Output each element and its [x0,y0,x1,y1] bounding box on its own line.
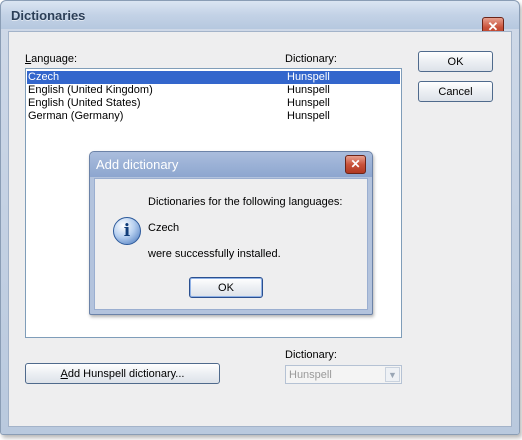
modal-ok-button[interactable]: OK [189,277,263,298]
row-dictionary: Hunspell [287,97,330,109]
modal-title-bar[interactable]: Add dictionary [90,152,372,177]
message-line-1: Dictionaries for the following languages… [148,196,343,208]
title-bar[interactable]: Dictionaries ✕ [1,1,519,38]
info-icon: i [113,217,141,245]
close-icon: ✕ [350,157,361,171]
message-line-3: were successfully installed. [148,248,281,260]
row-language: Czech [28,71,60,83]
list-row[interactable]: Czech Hunspell [27,71,400,84]
chevron-down-icon[interactable]: ▼ [385,367,400,382]
dictionary-select-label: Dictionary: [285,349,337,361]
row-language: English (United States) [28,97,141,109]
row-dictionary: Hunspell [287,71,330,83]
modal-close-button[interactable]: ✕ [345,155,366,174]
ok-button[interactable]: OK [418,51,493,72]
row-dictionary: Hunspell [287,110,330,122]
list-row[interactable]: English (United States) Hunspell [27,97,400,110]
add-hunspell-dictionary-button[interactable]: Add Hunspell dictionary... [25,363,220,384]
dictionary-column-label: Dictionary: [285,53,337,65]
cancel-button[interactable]: Cancel [418,81,493,102]
window-title: Dictionaries [11,8,86,23]
row-dictionary: Hunspell [287,84,330,96]
list-row[interactable]: English (United Kingdom) Hunspell [27,84,400,97]
row-language: German (Germany) [28,110,124,122]
dictionary-select[interactable]: Hunspell ▼ [285,365,402,384]
list-row[interactable]: German (Germany) Hunspell [27,110,400,123]
language-column-label: Language: [25,53,78,65]
row-language: English (United Kingdom) [28,84,153,96]
modal-title: Add dictionary [96,157,179,172]
add-dictionary-dialog: Add dictionary ✕ i Dictionaries for the … [89,151,373,315]
modal-body: i Dictionaries for the following languag… [94,178,368,310]
message-line-2: Czech [148,222,180,234]
dictionary-select-value: Hunspell [289,369,332,381]
